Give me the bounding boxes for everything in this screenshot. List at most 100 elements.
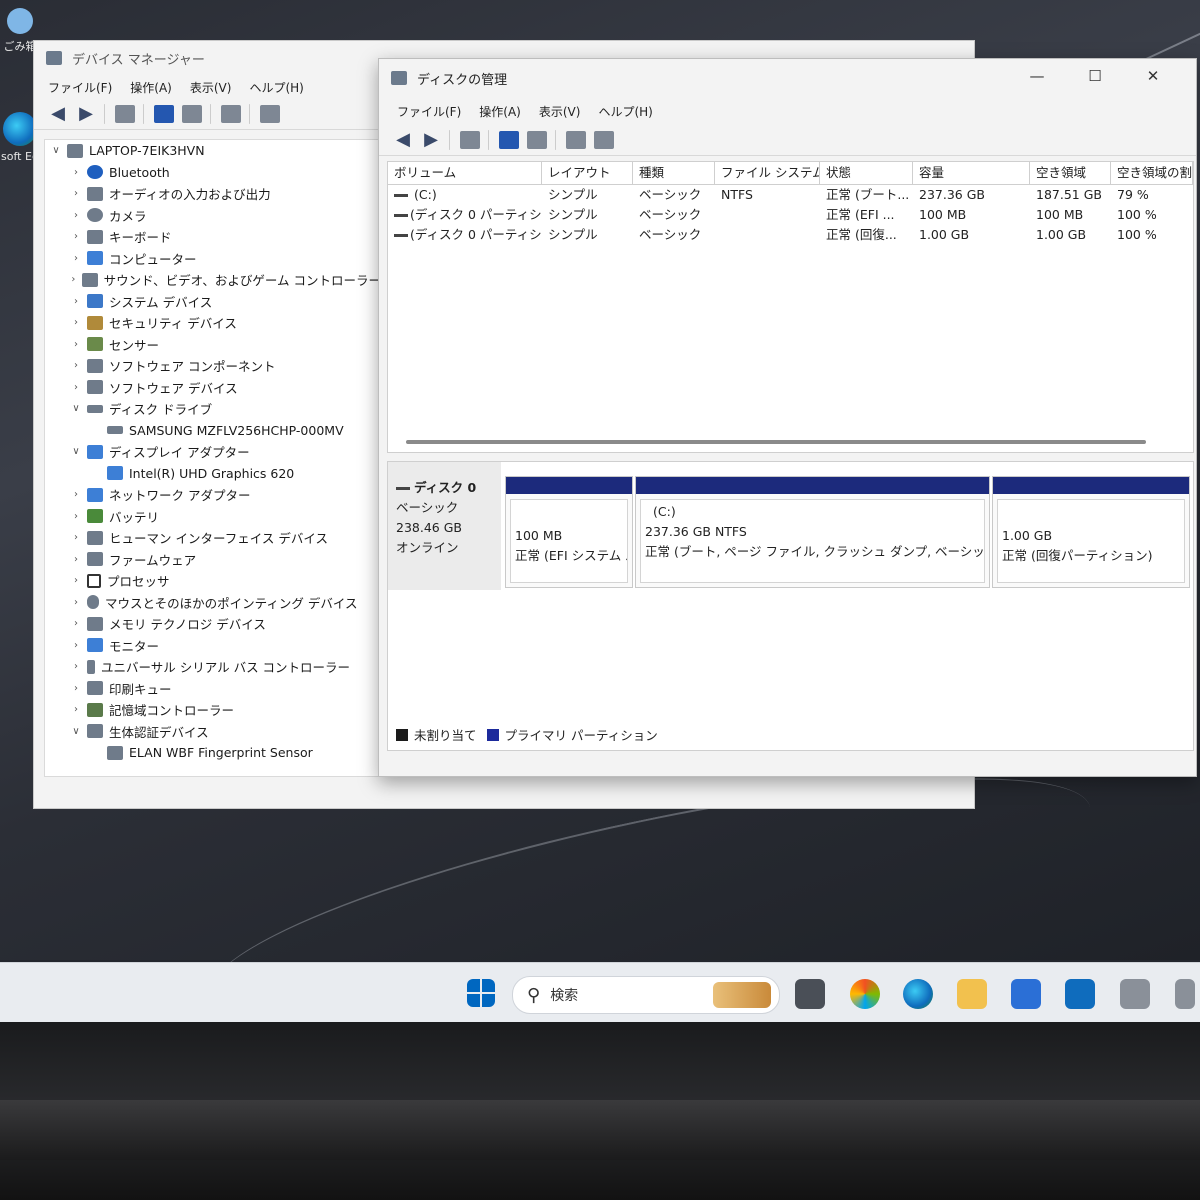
chevron-right-icon[interactable]: › <box>69 274 78 285</box>
tree-node-software-device[interactable]: › ソフトウェア デバイス <box>45 377 381 399</box>
tree-node-audio[interactable]: › オーディオの入力および出力 <box>45 183 381 205</box>
tree-node-camera[interactable]: › カメラ <box>45 205 381 227</box>
chevron-down-icon[interactable]: ∨ <box>69 446 83 457</box>
forward-arrow-icon[interactable]: ▶ <box>421 131 441 149</box>
chevron-down-icon[interactable]: ∨ <box>69 403 83 414</box>
partition-efi[interactable]: 100 MB 正常 (EFI システム パ <box>505 476 633 588</box>
table-row[interactable]: (ディスク 0 パーティショ... シンプル ベーシック 正常 (EFI ...… <box>388 205 1193 225</box>
chevron-right-icon[interactable]: › <box>69 704 83 715</box>
list-icon[interactable] <box>594 131 614 149</box>
copilot-icon[interactable] <box>850 979 880 1009</box>
tree-node-bluetooth[interactable]: › Bluetooth <box>45 162 381 184</box>
back-arrow-icon[interactable]: ◀ <box>393 131 413 149</box>
column-header-capacity[interactable]: 容量 <box>913 162 1030 184</box>
chevron-right-icon[interactable]: › <box>69 575 83 586</box>
chevron-right-icon[interactable]: › <box>69 167 83 178</box>
update-driver-icon[interactable] <box>221 105 241 123</box>
chevron-right-icon[interactable]: › <box>69 296 83 307</box>
tree-node-samsung-disk[interactable]: SAMSUNG MZFLV256HCHP-000MV <box>45 420 381 442</box>
tree-node-processor[interactable]: › プロセッサ <box>45 570 381 592</box>
tree-node-firmware[interactable]: › ファームウェア <box>45 549 381 571</box>
chevron-right-icon[interactable]: › <box>69 511 83 522</box>
store-icon[interactable] <box>1011 979 1041 1009</box>
view-icon[interactable] <box>527 131 547 149</box>
horizontal-scrollbar[interactable] <box>406 440 1146 444</box>
chevron-right-icon[interactable]: › <box>69 339 83 350</box>
menu-action[interactable]: 操作(A) <box>479 103 521 120</box>
minimize-button[interactable]: — <box>1008 67 1066 85</box>
column-header-type[interactable]: 種類 <box>633 162 715 184</box>
table-row[interactable]: (C:) シンプル ベーシック NTFS 正常 (ブート... 237.36 G… <box>388 185 1193 205</box>
chevron-right-icon[interactable]: › <box>69 554 83 565</box>
close-button[interactable]: ✕ <box>1124 67 1182 85</box>
forward-arrow-icon[interactable]: ▶ <box>76 105 96 123</box>
start-button-icon[interactable] <box>467 979 495 1007</box>
tree-node-network[interactable]: › ネットワーク アダプター <box>45 484 381 506</box>
column-header-volume[interactable]: ボリューム <box>388 162 542 184</box>
chevron-right-icon[interactable]: › <box>69 489 83 500</box>
menu-file[interactable]: ファイル(F) <box>48 79 112 96</box>
tree-node-display-adapters[interactable]: ∨ ディスプレイ アダプター <box>45 441 381 463</box>
chevron-right-icon[interactable]: › <box>69 210 83 221</box>
tree-node-security[interactable]: › セキュリティ デバイス <box>45 312 381 334</box>
chevron-right-icon[interactable]: › <box>69 188 83 199</box>
tree-node-biometric[interactable]: ∨ 生体認証デバイス <box>45 721 381 743</box>
chevron-right-icon[interactable]: › <box>69 597 83 608</box>
table-row[interactable]: (ディスク 0 パーティショ... シンプル ベーシック 正常 (回復... 1… <box>388 225 1193 245</box>
connect-icon[interactable] <box>566 131 586 149</box>
tree-node-fingerprint-sensor[interactable]: ELAN WBF Fingerprint Sensor <box>45 742 381 764</box>
tree-node-sound[interactable]: › サウンド、ビデオ、およびゲーム コントローラー <box>45 269 381 291</box>
chevron-right-icon[interactable]: › <box>69 532 83 543</box>
maximize-button[interactable]: ☐ <box>1066 67 1124 85</box>
properties-icon[interactable] <box>460 131 480 149</box>
tree-node-hid[interactable]: › ヒューマン インターフェイス デバイス <box>45 527 381 549</box>
tree-node-system[interactable]: › システム デバイス <box>45 291 381 313</box>
column-header-free-percent[interactable]: 空き領域の割 <box>1111 162 1193 184</box>
properties-icon[interactable] <box>115 105 135 123</box>
menu-help[interactable]: ヘルプ(H) <box>249 79 303 96</box>
partition-c[interactable]: (C:) 237.36 GB NTFS 正常 (ブート, ページ ファイル, ク… <box>635 476 990 588</box>
chevron-right-icon[interactable]: › <box>69 661 83 672</box>
tree-node-keyboard[interactable]: › キーボード <box>45 226 381 248</box>
chevron-right-icon[interactable]: › <box>69 382 83 393</box>
edge-icon[interactable] <box>903 979 933 1009</box>
tree-node-storage-controller[interactable]: › 記憶域コントローラー <box>45 699 381 721</box>
device-manager-taskbar-icon[interactable] <box>1120 979 1150 1009</box>
chevron-right-icon[interactable]: › <box>69 360 83 371</box>
chevron-right-icon[interactable]: › <box>69 231 83 242</box>
menu-view[interactable]: 表示(V) <box>539 103 581 120</box>
back-arrow-icon[interactable]: ◀ <box>48 105 68 123</box>
disk-label[interactable]: ディスク 0 ベーシック 238.46 GB オンライン <box>388 462 501 590</box>
column-header-free-space[interactable]: 空き領域 <box>1030 162 1111 184</box>
help-icon[interactable] <box>499 131 519 149</box>
tree-node-sensor[interactable]: › センサー <box>45 334 381 356</box>
tree-node-print-queue[interactable]: › 印刷キュー <box>45 678 381 700</box>
tree-node-software-component[interactable]: › ソフトウェア コンポーネント <box>45 355 381 377</box>
tree-node-computer[interactable]: ∨ LAPTOP-7EIK3HVN <box>45 140 381 162</box>
chevron-right-icon[interactable]: › <box>69 253 83 264</box>
partition-recovery[interactable]: 1.00 GB 正常 (回復パーティション) <box>992 476 1190 588</box>
menu-help[interactable]: ヘルプ(H) <box>598 103 652 120</box>
monitor-icon[interactable] <box>260 105 280 123</box>
tree-node-computers[interactable]: › コンピューター <box>45 248 381 270</box>
disk-management-taskbar-icon[interactable] <box>1175 979 1195 1009</box>
file-explorer-icon[interactable] <box>957 979 987 1009</box>
tree-node-usb[interactable]: › ユニバーサル シリアル バス コントローラー <box>45 656 381 678</box>
chevron-right-icon[interactable]: › <box>69 618 83 629</box>
help-icon[interactable] <box>154 105 174 123</box>
column-header-layout[interactable]: レイアウト <box>542 162 633 184</box>
chevron-right-icon[interactable]: › <box>69 317 83 328</box>
outlook-icon[interactable] <box>1065 979 1095 1009</box>
menu-view[interactable]: 表示(V) <box>190 79 232 96</box>
tree-node-memory[interactable]: › メモリ テクノロジ デバイス <box>45 613 381 635</box>
menu-file[interactable]: ファイル(F) <box>397 103 461 120</box>
column-header-status[interactable]: 状態 <box>820 162 913 184</box>
search-box[interactable]: ⚲ 検索 <box>512 976 780 1014</box>
column-header-filesystem[interactable]: ファイル システム <box>715 162 820 184</box>
tree-node-intel-graphics[interactable]: Intel(R) UHD Graphics 620 <box>45 463 381 485</box>
chevron-down-icon[interactable]: ∨ <box>69 726 83 737</box>
chevron-down-icon[interactable]: ∨ <box>49 145 63 156</box>
chevron-right-icon[interactable]: › <box>69 683 83 694</box>
menu-action[interactable]: 操作(A) <box>130 79 172 96</box>
tree-node-monitor[interactable]: › モニター <box>45 635 381 657</box>
